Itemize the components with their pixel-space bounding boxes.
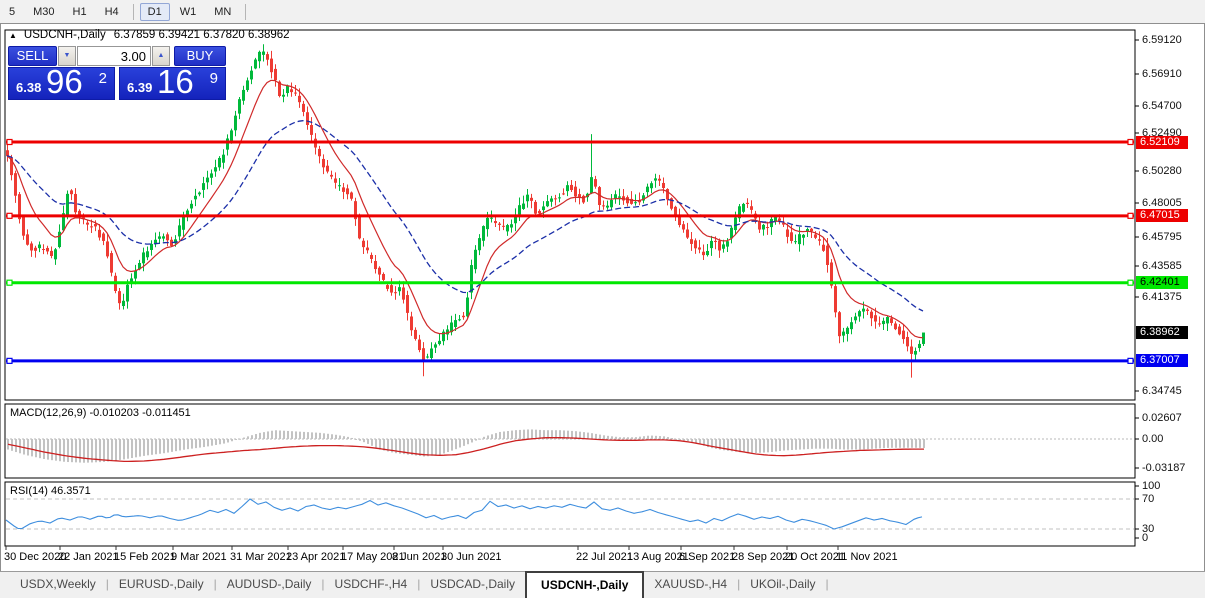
price-axis-label[interactable]: 6.43585 — [1142, 260, 1182, 272]
date-axis-label[interactable]: 8 Jun 2021 — [392, 551, 446, 563]
timeframe-button-w1[interactable]: W1 — [172, 3, 205, 21]
date-axis-label[interactable]: 22 Jan 2021 — [58, 551, 119, 563]
tab-usdchf-h4[interactable]: USDCHF-,H4 — [325, 572, 418, 598]
date-axis-label[interactable]: 15 Feb 2021 — [114, 551, 176, 563]
price-level-tag: 6.52109 — [1136, 136, 1188, 149]
timeframe-button-5[interactable]: 5 — [1, 3, 23, 21]
tab-eurusd-daily[interactable]: EURUSD-,Daily — [109, 572, 214, 598]
level-line-handle[interactable] — [1128, 358, 1133, 363]
level-line-handle[interactable] — [7, 140, 12, 145]
timeframe-button-d1[interactable]: D1 — [140, 3, 170, 21]
price-axis-label[interactable]: 6.48005 — [1142, 197, 1182, 209]
toolbar-separator — [133, 4, 134, 20]
rsi-axis-label[interactable]: 100 — [1142, 480, 1160, 492]
chart-title: ▲ USDCNH-,Daily 6.37859 6.39421 6.37820 … — [9, 29, 290, 41]
level-line-handle[interactable] — [1128, 213, 1133, 218]
macd-axis-label[interactable]: 0.00 — [1142, 433, 1163, 445]
tab-bar-spacer — [0, 572, 10, 598]
timeframe-button-h1[interactable]: H1 — [65, 3, 95, 21]
buy-quote-box[interactable]: 6.39 16 9 — [119, 67, 226, 100]
price-level-tag: 6.38962 — [1136, 326, 1188, 339]
toolbar-separator — [245, 4, 246, 20]
sell-quote-box[interactable]: 6.38 96 2 — [8, 67, 115, 100]
timeframe-toolbar: 5M30H1H4 D1W1MN — [0, 0, 1205, 24]
rsi-label: RSI(14) 46.3571 — [10, 485, 91, 497]
collapse-triangle-icon[interactable]: ▲ — [9, 31, 17, 40]
date-axis-label[interactable]: 23 Apr 2021 — [286, 551, 345, 563]
price-axis-label[interactable]: 6.45795 — [1142, 231, 1182, 243]
price-axis-label[interactable]: 6.54700 — [1142, 100, 1182, 112]
buy-price-big: 16 — [157, 63, 194, 101]
tab-ukoil-daily[interactable]: UKOil-,Daily — [740, 572, 825, 598]
tab-xauusd-h4[interactable]: XAUUSD-,H4 — [644, 572, 737, 598]
level-line-handle[interactable] — [7, 280, 12, 285]
level-line-handle[interactable] — [7, 213, 12, 218]
rsi-axis-label[interactable]: 0 — [1142, 532, 1148, 544]
price-axis-label[interactable]: 6.34745 — [1142, 385, 1182, 397]
price-axis-label[interactable]: 6.56910 — [1142, 68, 1182, 80]
price-axis-label[interactable]: 6.59120 — [1142, 34, 1182, 46]
level-line-handle[interactable] — [1128, 280, 1133, 285]
volume-input[interactable] — [77, 46, 151, 66]
level-line-handle[interactable] — [7, 358, 12, 363]
date-axis-label[interactable]: 9 Mar 2021 — [171, 551, 227, 563]
date-axis-label[interactable]: 11 Nov 2021 — [836, 551, 898, 563]
tab-audusd-daily[interactable]: AUDUSD-,Daily — [217, 572, 322, 598]
ohlc-values: 6.37859 6.39421 6.37820 6.38962 — [114, 29, 290, 41]
tab-separator: | — [826, 572, 829, 598]
sell-price-sup: 2 — [99, 70, 107, 87]
sell-price-small: 6.38 — [16, 80, 41, 95]
sell-price-big: 96 — [46, 63, 83, 101]
date-axis-label[interactable]: 30 Jun 2021 — [441, 551, 502, 563]
tab-usdcnh-daily[interactable]: USDCNH-,Daily — [525, 571, 644, 598]
rsi-axis-label[interactable]: 70 — [1142, 493, 1154, 505]
buy-price-small: 6.39 — [127, 80, 152, 95]
price-level-tag: 6.37007 — [1136, 354, 1188, 367]
timeframe-button-mn[interactable]: MN — [206, 3, 239, 21]
price-axis-label[interactable]: 6.41375 — [1142, 291, 1182, 303]
tab-usdcad-daily[interactable]: USDCAD-,Daily — [420, 572, 525, 598]
price-axis-label[interactable]: 6.50280 — [1142, 165, 1182, 177]
macd-axis-label[interactable]: -0.03187 — [1142, 462, 1185, 474]
level-line-handle[interactable] — [1128, 140, 1133, 145]
price-level-tag: 6.47015 — [1136, 209, 1188, 222]
timeframe-button-m30[interactable]: M30 — [25, 3, 62, 21]
price-level-tag: 6.42401 — [1136, 276, 1188, 289]
date-axis-label[interactable]: 31 Mar 2021 — [230, 551, 292, 563]
date-axis-label[interactable]: 6 Sep 2021 — [679, 551, 735, 563]
macd-axis-label[interactable]: 0.02607 — [1142, 412, 1182, 424]
timeframe-button-h4[interactable]: H4 — [97, 3, 127, 21]
macd-label: MACD(12,26,9) -0.010203 -0.011451 — [10, 407, 191, 419]
buy-price-sup: 9 — [210, 70, 218, 87]
date-axis-label[interactable]: 22 Jul 2021 — [576, 551, 633, 563]
rsi-pane[interactable] — [5, 482, 1135, 546]
tab-usdx-weekly[interactable]: USDX,Weekly — [10, 572, 106, 598]
trading-terminal: 5M30H1H4 D1W1MN ▲ USDCNH-,Daily 6.37859 6… — [0, 0, 1205, 598]
symbol-tab-bar: USDX,Weekly|EURUSD-,Daily|AUDUSD-,Daily|… — [0, 571, 1205, 598]
symbol-period-label: USDCNH-,Daily — [24, 29, 106, 41]
one-click-trade-widget: SELL ▼ ▲ BUY 6.38 96 2 6.39 16 9 — [8, 46, 226, 100]
